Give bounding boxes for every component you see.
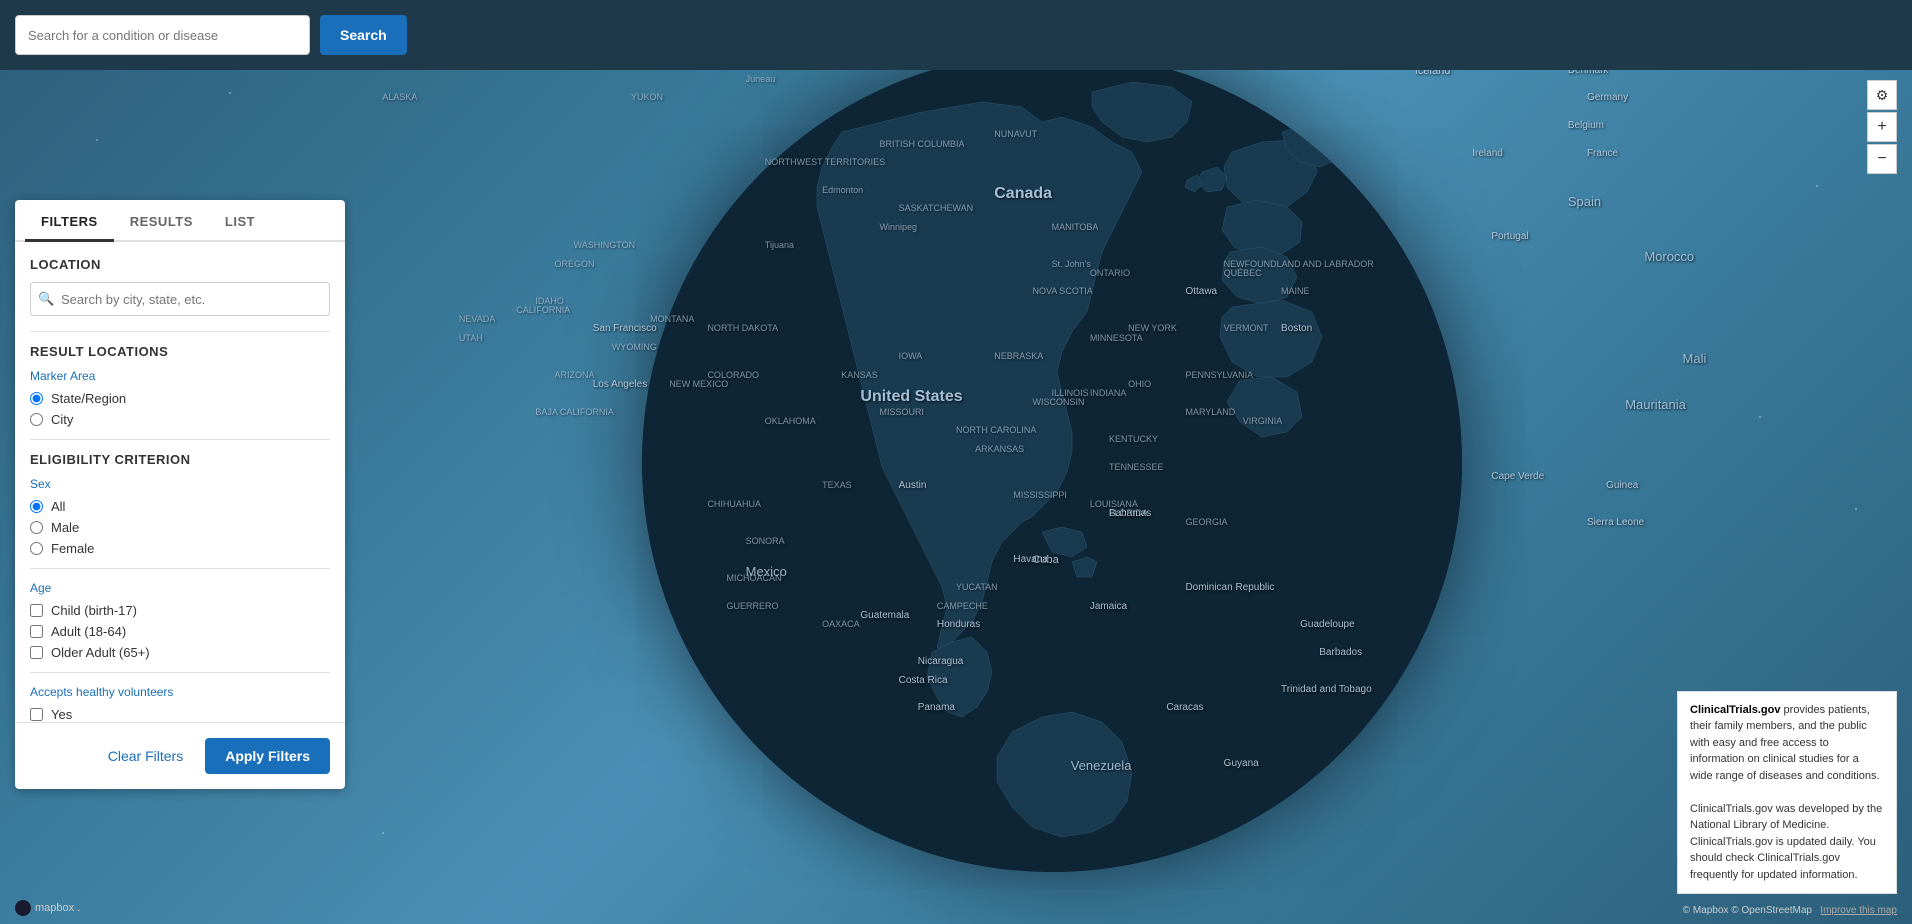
location-search-container: 🔍 — [30, 282, 330, 316]
location-title: LOCATION — [30, 257, 330, 272]
map-label-baja-california: BAJA CALIFORNIA — [535, 407, 614, 417]
result-locations-title: RESULT LOCATIONS — [30, 344, 330, 359]
radio-female-input[interactable] — [30, 542, 43, 555]
map-label-ireland: Ireland — [1472, 148, 1503, 159]
globe — [642, 52, 1462, 872]
search-button[interactable]: Search — [320, 15, 407, 55]
radio-male[interactable]: Male — [30, 520, 330, 535]
tab-results[interactable]: RESULTS — [114, 200, 209, 242]
info-box: ClinicalTrials.gov provides patients, th… — [1677, 691, 1897, 895]
map-label-france: France — [1587, 148, 1618, 159]
map-label-los-angeles: Los Angeles — [593, 379, 648, 390]
attribution: © Mapbox © OpenStreetMap Improve this ma… — [1683, 905, 1897, 916]
radio-state-region[interactable]: State/Region — [30, 391, 330, 406]
location-search-input[interactable] — [30, 282, 330, 316]
marker-area-label: Marker Area — [30, 369, 330, 383]
checkbox-adult[interactable]: Adult (18-64) — [30, 624, 330, 639]
checkbox-child-input[interactable] — [30, 604, 43, 617]
checkbox-yes-input[interactable] — [30, 708, 43, 721]
checkbox-older-adult-label: Older Adult (65+) — [51, 645, 150, 660]
map-label-portugal: Portugal — [1491, 231, 1528, 242]
clear-filters-button[interactable]: Clear Filters — [96, 738, 195, 774]
age-label: Age — [30, 581, 330, 595]
divider-2 — [30, 439, 330, 440]
radio-state-region-label: State/Region — [51, 391, 126, 406]
map-label-alaska: ALASKA — [382, 92, 417, 102]
map-label-oregon: OREGON — [554, 259, 594, 269]
radio-all-input[interactable] — [30, 500, 43, 513]
apply-filters-button[interactable]: Apply Filters — [205, 738, 330, 774]
sex-label: Sex — [30, 477, 330, 491]
attribution-text: © Mapbox © OpenStreetMap — [1683, 905, 1812, 916]
checkbox-older-adult[interactable]: Older Adult (65+) — [30, 645, 330, 660]
radio-female[interactable]: Female — [30, 541, 330, 556]
radio-city-input[interactable] — [30, 413, 43, 426]
map-settings-button[interactable]: ⚙ — [1867, 80, 1897, 110]
map-label-mauritania: Mauritania — [1625, 397, 1686, 412]
tab-filters[interactable]: FILTERS — [25, 200, 114, 242]
info-text-2: ClinicalTrials.gov was developed by the … — [1690, 801, 1884, 884]
age-options: Child (birth-17) Adult (18-64) Older Adu… — [30, 603, 330, 660]
filter-panel: FILTERS RESULTS LIST LOCATION 🔍 RESULT L… — [15, 200, 345, 789]
map-label-utah: UTAH — [459, 333, 483, 343]
map-label-cape-verde: Cape Verde — [1491, 471, 1544, 482]
volunteers-label: Accepts healthy volunteers — [30, 685, 330, 699]
checkbox-adult-label: Adult (18-64) — [51, 624, 126, 639]
panel-tabs: FILTERS RESULTS LIST — [15, 200, 345, 242]
map-label-sierra-leone: Sierra Leone — [1587, 517, 1644, 528]
radio-city-label: City — [51, 412, 73, 427]
radio-state-region-input[interactable] — [30, 392, 43, 405]
checkbox-yes[interactable]: Yes — [30, 707, 330, 722]
divider-1 — [30, 331, 330, 332]
radio-city[interactable]: City — [30, 412, 330, 427]
sex-options: All Male Female — [30, 499, 330, 556]
map-controls: ⚙ + − — [1867, 80, 1897, 174]
search-input[interactable] — [15, 15, 310, 55]
checkbox-yes-label: Yes — [51, 707, 72, 722]
info-text-1: ClinicalTrials.gov provides patients, th… — [1690, 702, 1884, 785]
zoom-out-button[interactable]: − — [1867, 144, 1897, 174]
map-label-morocco: Morocco — [1644, 249, 1694, 264]
divider-3 — [30, 568, 330, 569]
tab-list[interactable]: LIST — [209, 200, 271, 242]
checkbox-older-adult-input[interactable] — [30, 646, 43, 659]
map-label-arizona: ARIZONA — [554, 370, 594, 380]
map-label-mali: Mali — [1683, 351, 1707, 366]
info-brand: ClinicalTrials.gov — [1690, 704, 1780, 716]
divider-4 — [30, 672, 330, 673]
radio-all-label: All — [51, 499, 65, 514]
radio-female-label: Female — [51, 541, 94, 556]
map-label-idaho: IDAHO — [535, 296, 564, 306]
map-label-california: CALIFORNIA — [516, 305, 570, 315]
map-label-nevada: NEVADA — [459, 314, 495, 324]
radio-all[interactable]: All — [30, 499, 330, 514]
map-label-belgium: Belgium — [1568, 120, 1604, 131]
checkbox-child-label: Child (birth-17) — [51, 603, 137, 618]
panel-footer: Clear Filters Apply Filters — [15, 722, 345, 789]
improve-map-link[interactable]: Improve this map — [1820, 905, 1897, 916]
map-label-guinea: Guinea — [1606, 480, 1638, 491]
radio-male-input[interactable] — [30, 521, 43, 534]
volunteers-options: Yes — [30, 707, 330, 722]
zoom-in-button[interactable]: + — [1867, 112, 1897, 142]
mapbox-logo-text: mapbox . — [35, 902, 80, 914]
mapbox-logo: mapbox . — [15, 900, 80, 916]
radio-male-label: Male — [51, 520, 79, 535]
map-label-washington: WASHINGTON — [574, 240, 636, 250]
eligibility-title: ELIGIBILITY CRITERION — [30, 452, 330, 467]
search-bar: Search — [0, 0, 1912, 70]
panel-content: LOCATION 🔍 RESULT LOCATIONS Marker Area … — [15, 242, 345, 722]
checkbox-adult-input[interactable] — [30, 625, 43, 638]
map-label-spain: Spain — [1568, 194, 1601, 209]
checkbox-child[interactable]: Child (birth-17) — [30, 603, 330, 618]
location-search-icon: 🔍 — [38, 291, 54, 307]
map-label-germany: Germany — [1587, 92, 1628, 103]
result-location-options: State/Region City — [30, 391, 330, 427]
